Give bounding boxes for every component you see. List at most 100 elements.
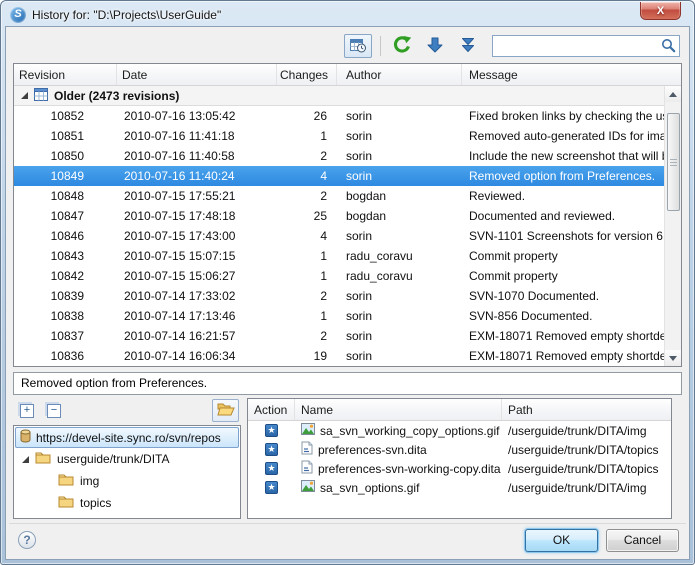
file-row[interactable]: ★ sa_svn_working_copy_options.gif /userg…	[248, 421, 671, 440]
file-row[interactable]: ★ preferences-svn.dita /userguid	[248, 440, 671, 459]
history-row[interactable]: 10852 2010-07-16 13:05:42 26 sorin Fixed…	[14, 106, 664, 126]
file-path: /userguide/trunk/DITA/topics	[502, 443, 671, 457]
history-row[interactable]: 10842 2010-07-15 15:06:27 1 radu_coravu …	[14, 266, 664, 286]
collapse-all-button[interactable]: −	[47, 404, 61, 418]
author-cell: sorin	[337, 349, 462, 363]
minus-icon: −	[51, 405, 57, 416]
refresh-button[interactable]	[389, 34, 415, 58]
revision-cell: 10838	[14, 309, 117, 323]
expand-all-button[interactable]: +	[20, 404, 34, 418]
file-row[interactable]: ★ sa_svn_options.gif /userguide/trunk/DI…	[248, 478, 671, 497]
group-by-date-button[interactable]	[344, 34, 372, 58]
get-next-revisions-button[interactable]	[422, 34, 448, 58]
changes-cell: 4	[277, 169, 337, 183]
changes-cell: 19	[277, 349, 337, 363]
tree-node-child[interactable]: topics	[14, 492, 240, 514]
group-label: Older (2473 revisions)	[54, 89, 179, 103]
expander-icon[interactable]	[22, 456, 29, 463]
column-header-name[interactable]: Name	[295, 399, 502, 420]
changes-cell: 1	[277, 249, 337, 263]
message-cell: Reviewed.	[462, 189, 664, 203]
history-row[interactable]: 10843 2010-07-15 15:07:15 1 radu_coravu …	[14, 246, 664, 266]
date-cell: 2010-07-16 11:41:18	[117, 129, 277, 143]
revision-cell: 10843	[14, 249, 117, 263]
column-header-action[interactable]: Action	[248, 399, 295, 420]
history-scrollbar[interactable]	[664, 86, 681, 366]
history-row[interactable]: 10838 2010-07-14 17:13:46 1 sorin SVN-85…	[14, 306, 664, 326]
history-rows: 10852 2010-07-16 13:05:42 26 sorin Fixed…	[14, 106, 681, 366]
changes-cell: 2	[277, 329, 337, 343]
folder-label: img	[80, 474, 99, 488]
column-header-date[interactable]: Date	[117, 64, 277, 85]
history-table-header: Revision Date Changes Author Message	[14, 64, 681, 86]
file-name: preferences-svn-working-copy.dita	[318, 462, 501, 476]
revision-cell: 10836	[14, 349, 117, 363]
revision-cell: 10851	[14, 129, 117, 143]
history-row[interactable]: 10836 2010-07-14 16:06:34 19 sorin EXM-1…	[14, 346, 664, 366]
message-cell: SVN-856 Documented.	[462, 309, 664, 323]
changes-cell: 4	[277, 229, 337, 243]
show-folders-toggle-button[interactable]	[212, 399, 239, 422]
scrollbar-thumb[interactable]	[667, 113, 680, 211]
author-cell: sorin	[337, 289, 462, 303]
file-row[interactable]: ★ preferences-svn-working-copy.dita	[248, 459, 671, 478]
image-file-icon	[301, 480, 315, 495]
dialog-content: Revision Date Changes Author Message	[5, 26, 690, 560]
message-cell: Removed auto-generated IDs for images a.…	[462, 129, 664, 143]
history-row[interactable]: 10837 2010-07-14 16:21:57 2 sorin EXM-18…	[14, 326, 664, 346]
revision-cell: 10850	[14, 149, 117, 163]
bottom-split: + −	[13, 398, 682, 519]
tree-root-repository[interactable]: https://devel-site.sync.ro/svn/repos	[15, 427, 239, 448]
question-icon: ?	[23, 533, 30, 547]
changes-cell: 2	[277, 289, 337, 303]
action-modified-icon: ★	[265, 443, 278, 456]
date-cell: 2010-07-16 11:40:24	[117, 169, 277, 183]
revision-group-row[interactable]: Older (2473 revisions)	[14, 86, 681, 106]
get-all-revisions-button[interactable]	[455, 34, 481, 58]
history-row[interactable]: 10851 2010-07-16 11:41:18 1 sorin Remove…	[14, 126, 664, 146]
expander-icon[interactable]	[21, 92, 28, 99]
open-folder-icon	[217, 402, 235, 419]
column-header-changes[interactable]: Changes	[277, 64, 337, 85]
message-cell: Commit property	[462, 269, 664, 283]
history-toolbar	[9, 29, 686, 61]
message-cell: Commit property	[462, 249, 664, 263]
changes-cell: 2	[277, 189, 337, 203]
history-row[interactable]: 10850 2010-07-16 11:40:58 2 sorin Includ…	[14, 146, 664, 166]
folder-icon	[58, 473, 74, 489]
history-row[interactable]: 10839 2010-07-14 17:33:02 2 sorin SVN-10…	[14, 286, 664, 306]
dialog-footer: ? OK Cancel	[9, 523, 686, 556]
revision-cell: 10842	[14, 269, 117, 283]
action-modified-icon: ★	[265, 481, 278, 494]
message-cell: Documented and reviewed.	[462, 209, 664, 223]
scroll-down-button[interactable]	[665, 350, 681, 366]
search-input[interactable]	[492, 35, 680, 57]
file-name: preferences-svn.dita	[318, 443, 427, 457]
tree-node-child[interactable]: img	[14, 470, 240, 492]
cancel-button[interactable]: Cancel	[606, 529, 679, 552]
date-cell: 2010-07-15 17:43:00	[117, 229, 277, 243]
history-row-selected[interactable]: 10849 2010-07-16 11:40:24 4 sorin Remove…	[14, 166, 664, 186]
file-path: /userguide/trunk/DITA/img	[502, 424, 671, 438]
revision-cell: 10848	[14, 189, 117, 203]
column-header-revision[interactable]: Revision	[14, 64, 117, 85]
column-header-author[interactable]: Author	[337, 64, 462, 85]
history-row[interactable]: 10847 2010-07-15 17:48:18 25 bogdan Docu…	[14, 206, 664, 226]
help-button[interactable]: ?	[18, 531, 36, 549]
author-cell: radu_coravu	[337, 249, 462, 263]
titlebar[interactable]: S History for: "D:\Projects\UserGuide" X	[5, 1, 690, 26]
close-button[interactable]: X	[640, 2, 681, 20]
column-header-message[interactable]: Message	[462, 64, 681, 85]
column-header-path[interactable]: Path	[502, 399, 671, 420]
dita-file-icon	[301, 441, 313, 458]
revision-cell: 10839	[14, 289, 117, 303]
revision-cell: 10846	[14, 229, 117, 243]
date-cell: 2010-07-15 17:48:18	[117, 209, 277, 223]
file-name: sa_svn_options.gif	[320, 481, 419, 495]
date-cell: 2010-07-14 16:21:57	[117, 329, 277, 343]
history-row[interactable]: 10846 2010-07-15 17:43:00 4 sorin SVN-11…	[14, 226, 664, 246]
history-row[interactable]: 10848 2010-07-15 17:55:21 2 bogdan Revie…	[14, 186, 664, 206]
ok-button[interactable]: OK	[525, 529, 598, 552]
tree-node-folder[interactable]: userguide/trunk/DITA	[14, 448, 240, 470]
scroll-up-button[interactable]	[665, 86, 681, 102]
